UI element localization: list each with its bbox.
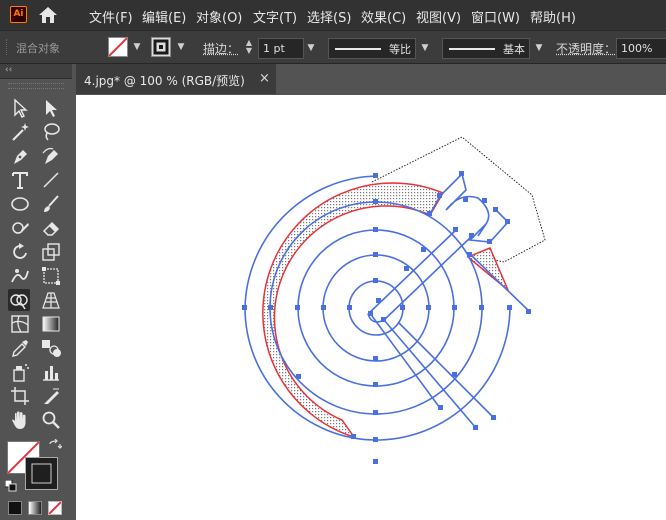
ellipse-tool-icon[interactable] — [9, 193, 31, 215]
menu-window[interactable]: 窗口(W) — [471, 7, 520, 26]
tools-panel-header: ‹‹ — [0, 64, 72, 79]
document-tab[interactable]: 4.jpg* @ 100 % (RGB/预览) × — [76, 64, 276, 94]
perspective-grid-tool-icon[interactable] — [40, 289, 62, 311]
artboard-tool-icon[interactable] — [9, 385, 31, 407]
fill-swatch[interactable] — [108, 37, 128, 57]
brush-definition-dropdown[interactable]: 基本 — [442, 38, 530, 59]
shape-builder-tool-icon[interactable] — [8, 289, 30, 311]
variable-width-profile-value: 等比 — [389, 43, 411, 56]
rotate-tool-icon[interactable] — [9, 241, 31, 263]
gradient-mode-icon[interactable] — [28, 501, 42, 515]
artboard-canvas[interactable] — [76, 95, 666, 520]
close-icon[interactable]: × — [259, 71, 270, 86]
default-fill-stroke-icon[interactable] — [4, 479, 17, 492]
line-segment-tool-icon[interactable] — [40, 169, 62, 191]
menu-bar: Ai 文件(F) 编辑(E) 对象(O) 文字(T) 选择(S) 效果(C) 视… — [0, 0, 666, 30]
column-graph-tool-icon[interactable] — [40, 361, 62, 383]
app-logo: Ai — [10, 6, 27, 23]
profile-line-preview — [335, 48, 381, 50]
blend-tool-icon[interactable] — [40, 337, 62, 359]
artwork[interactable] — [76, 95, 666, 520]
variable-width-profile-dropdown[interactable]: 等比 — [328, 38, 416, 59]
menu-edit[interactable]: 编辑(E) — [142, 7, 186, 26]
eraser-tool-icon[interactable] — [40, 217, 62, 239]
color-mode-icon[interactable] — [8, 501, 22, 515]
menu-help[interactable]: 帮助(H) — [530, 7, 576, 26]
home-icon[interactable] — [38, 6, 58, 24]
stroke-color-swatch[interactable] — [25, 457, 58, 490]
stroke-label[interactable]: 描边： — [203, 40, 239, 57]
type-tool-icon[interactable] — [9, 169, 31, 191]
eyedropper-tool-icon[interactable] — [9, 337, 31, 359]
direct-selection-tool-icon[interactable] — [40, 97, 62, 119]
tools-panel: ‹‹ — [0, 64, 72, 520]
curvature-tool-icon[interactable] — [40, 145, 62, 167]
slice-tool-icon[interactable] — [40, 385, 62, 407]
brush-line-preview — [449, 48, 495, 50]
document-tab-title: 4.jpg* @ 100 % (RGB/预览) — [84, 74, 245, 88]
pen-tool-icon[interactable] — [9, 145, 31, 167]
lasso-select-tool-icon[interactable] — [40, 121, 62, 143]
arrow-shadow-lines — [371, 253, 531, 429]
selection-type-label: 混合对象 — [16, 42, 60, 55]
menu-object[interactable]: 对象(O) — [196, 7, 242, 26]
symbol-sprayer-tool-icon[interactable] — [9, 361, 31, 383]
menu-type[interactable]: 文字(T) — [253, 7, 297, 26]
control-bar: 混合对象 ▼ ▼ 描边： ▲ ▼ 1 pt ▼ 等比 ▼ 基本 ▼ 不透明度： 1… — [0, 30, 666, 64]
none-mode-icon[interactable] — [48, 501, 62, 515]
ring-5 — [244, 175, 511, 441]
shaper-tool-icon[interactable] — [9, 217, 31, 239]
stroke-width-stepper-icon[interactable]: ▲ ▼ — [243, 39, 255, 55]
swap-fill-stroke-icon[interactable] — [48, 438, 63, 453]
puppet-warp-tool-icon[interactable] — [9, 265, 31, 287]
hand-tool-icon[interactable] — [9, 409, 31, 431]
control-bar-grip[interactable] — [6, 39, 9, 55]
free-transform-tool-icon[interactable] — [40, 265, 62, 287]
variable-width-chevron-icon[interactable]: ▼ — [419, 39, 431, 57]
opacity-label[interactable]: 不透明度： — [556, 40, 616, 57]
paintbrush-tool-icon[interactable] — [40, 193, 62, 215]
zoom-tool-icon[interactable] — [40, 409, 62, 431]
stroke-swatch[interactable] — [151, 37, 171, 57]
outer-crescent-shape — [262, 182, 445, 439]
stroke-width-chevron-icon[interactable]: ▼ — [305, 39, 317, 57]
selection-tool-icon[interactable] — [9, 97, 31, 119]
opacity-field[interactable]: 100% — [616, 38, 666, 59]
tools-panel-grip[interactable] — [8, 83, 64, 89]
collapse-panel-icon[interactable]: ‹‹ — [5, 64, 12, 76]
scale-tool-icon[interactable] — [40, 241, 62, 263]
menu-select[interactable]: 选择(S) — [307, 7, 351, 26]
brush-definition-chevron-icon[interactable]: ▼ — [533, 39, 545, 57]
mesh-tool-icon[interactable] — [9, 313, 31, 335]
menu-view[interactable]: 视图(V) — [416, 7, 461, 26]
fill-dropdown-chevron-icon[interactable]: ▼ — [131, 38, 143, 56]
brush-definition-value: 基本 — [503, 43, 525, 56]
gradient-tool-icon[interactable] — [40, 313, 62, 335]
menu-file[interactable]: 文件(F) — [89, 7, 133, 26]
stroke-dropdown-chevron-icon[interactable]: ▼ — [175, 38, 187, 56]
menu-effect[interactable]: 效果(C) — [361, 7, 406, 26]
stroke-width-field[interactable]: 1 pt — [258, 38, 304, 59]
magic-wand-tool-icon[interactable] — [9, 121, 31, 143]
